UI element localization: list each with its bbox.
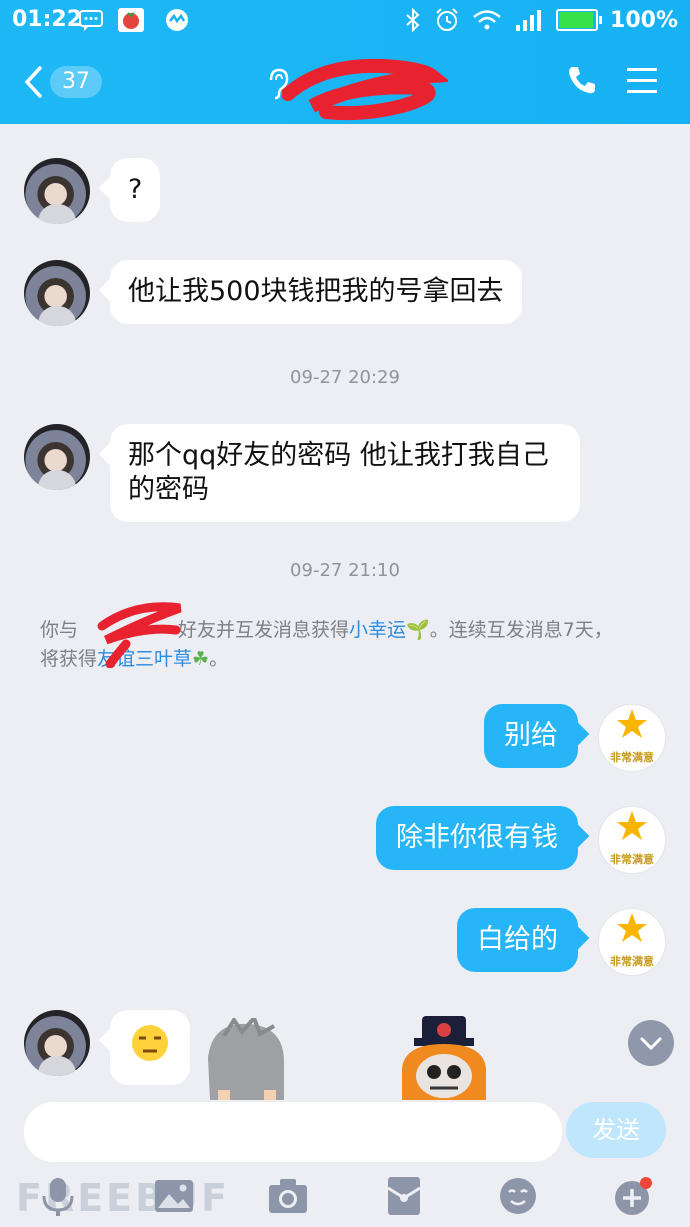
my-avatar[interactable]: 非常满意 [598,704,666,772]
alarm-icon [436,8,458,31]
message-timestamp: 09-27 20:29 [290,367,400,388]
battery-fill [559,12,594,28]
avatar-label: 非常满意 [610,853,654,866]
incoming-message-bubble[interactable]: ? [110,158,161,222]
app-notification-icon [166,9,188,31]
sprout-icon: 🌱 [406,619,430,641]
emoji-icon[interactable] [496,1174,540,1218]
signal-icon [516,10,542,31]
message-timestamp: 09-27 21:10 [290,560,400,581]
battery-percent: 100% [610,7,678,33]
lucky-badge-link[interactable]: 小幸运 [349,619,406,641]
status-time: 01:22 [12,7,83,32]
red-packet-icon[interactable] [382,1174,426,1218]
bluetooth-icon [406,8,420,32]
wifi-icon [473,10,501,30]
top-hat-character [401,1016,487,1100]
star-icon [617,811,647,840]
unread-badge: 37 [50,66,102,98]
status-right: 100% [404,7,678,33]
avatar-label: 非常满意 [610,955,654,968]
incoming-message-bubble[interactable]: 那个qq好友的密码 他让我打我自己的密码 [110,424,580,522]
contact-avatar[interactable] [24,424,90,490]
image-icon[interactable] [152,1174,196,1218]
outgoing-message-bubble[interactable]: 白给的 [457,908,578,972]
redaction-mark [282,58,448,121]
chat-navbar: 37 [0,50,690,121]
scroll-down-button[interactable] [628,1020,674,1066]
app-header: 01:22 100% 37 [0,0,690,124]
status-bar: 01:22 100% [0,0,690,42]
contact-avatar[interactable] [24,158,90,224]
contact-avatar[interactable] [24,1010,90,1076]
phone-icon[interactable] [566,64,598,96]
battery-icon [556,9,603,31]
message-notification-icon [79,10,103,31]
star-icon [617,709,647,738]
my-avatar[interactable]: 非常满意 [598,908,666,976]
unamused-face-icon [132,1025,168,1061]
contact-avatar[interactable] [24,260,90,326]
avatar-label: 非常满意 [610,751,654,764]
mic-icon[interactable] [36,1174,80,1218]
menu-icon[interactable] [626,66,658,96]
incoming-message-bubble[interactable]: 他让我500块钱把我的号拿回去 [110,260,522,324]
redaction-mark [97,602,182,668]
plus-icon[interactable] [610,1174,654,1218]
outgoing-message-bubble[interactable]: 除非你很有钱 [376,806,578,870]
my-avatar[interactable]: 非常满意 [598,806,666,874]
clover-icon: ☘ [192,648,210,670]
message-input[interactable] [24,1102,562,1162]
send-button[interactable]: 发送 [566,1102,666,1158]
input-toolbar [0,1168,690,1227]
tomato-app-icon [118,8,144,32]
chevron-down-icon [640,1037,662,1051]
back-icon [24,66,42,98]
back-button[interactable]: 37 [24,62,104,102]
star-icon [617,913,647,942]
outgoing-message-bubble[interactable]: 别给 [484,704,578,768]
grey-hair-character [208,1018,284,1100]
incoming-emoji-bubble[interactable] [110,1010,190,1085]
camera-icon[interactable] [266,1174,310,1218]
